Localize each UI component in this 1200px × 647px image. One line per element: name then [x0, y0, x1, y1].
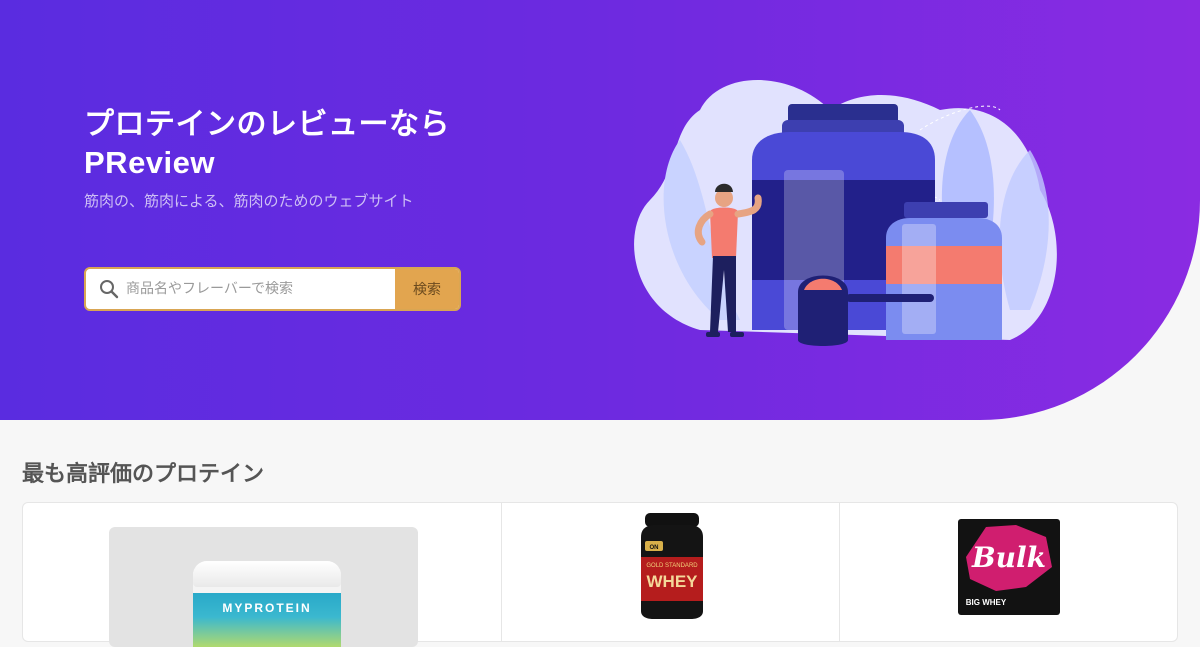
- hero-subtitle: 筋肉の、筋肉による、筋肉のためのウェブサイト: [84, 192, 414, 210]
- myprotein-tub: MYPROTEIN: [193, 561, 341, 647]
- site-name: PReview: [84, 145, 216, 180]
- protein-illustration: [634, 80, 1057, 346]
- product-brand-text: MYPROTEIN: [222, 601, 312, 615]
- product-brand-text: Bulk: [971, 541, 1046, 574]
- product-card-1[interactable]: MYPROTEIN: [23, 503, 503, 647]
- product-sub-text: BIG WHEY: [965, 598, 1006, 607]
- product-image-bulk[interactable]: Bulk BIG WHEY: [956, 517, 1062, 617]
- product-card-2[interactable]: ON GOLD STANDARD WHEY: [502, 503, 840, 641]
- product-brand-text: WHEY: [647, 572, 699, 591]
- product-sub-text: GOLD STANDARD: [647, 563, 699, 569]
- search-bar: 検索: [84, 267, 461, 311]
- hero-title-line1: プロテインのレビューなら: [84, 107, 450, 142]
- search-button[interactable]: 検索: [395, 269, 459, 309]
- hero-banner: プロテインのレビューなら PReview 筋肉の、筋肉による、筋肉のためのウェブ…: [0, 0, 1200, 420]
- product-list: MYPROTEIN ON GOLD STANDARD WHEY Bulk BIG…: [22, 502, 1178, 647]
- product-image-myprotein[interactable]: MYPROTEIN: [109, 527, 418, 647]
- product-image-gold-standard[interactable]: ON GOLD STANDARD WHEY: [639, 511, 705, 621]
- product-brand-mark: ON: [650, 545, 659, 551]
- hero-title: プロテインのレビューなら PReview: [84, 106, 450, 182]
- section-title: 最も高評価のプロテイン: [22, 462, 265, 487]
- product-card-3[interactable]: Bulk BIG WHEY: [840, 503, 1177, 641]
- search-input[interactable]: [126, 281, 395, 297]
- search-icon: [92, 269, 126, 309]
